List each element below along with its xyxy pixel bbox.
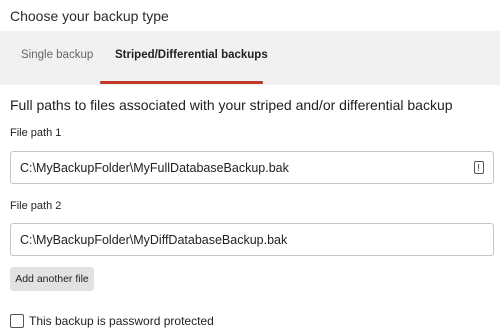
- add-another-file-button[interactable]: Add another file: [10, 267, 94, 291]
- active-tab-indicator: [100, 81, 263, 84]
- page-title: Choose your backup type: [10, 8, 169, 24]
- password-protected-checkbox[interactable]: [10, 314, 24, 328]
- tab-bar: Single backup Striped/Differential backu…: [0, 31, 500, 85]
- file-path-2-input[interactable]: C:\MyBackupFolder\MyDiffDatabaseBackup.b…: [10, 223, 494, 256]
- password-protected-row[interactable]: This backup is password protected: [10, 314, 214, 328]
- file-path-1-value: C:\MyBackupFolder\MyFullDatabaseBackup.b…: [20, 161, 289, 175]
- file-path-1-label: File path 1: [10, 127, 62, 139]
- file-path-2-label: File path 2: [10, 200, 62, 212]
- file-path-2-value: C:\MyBackupFolder\MyDiffDatabaseBackup.b…: [20, 233, 288, 247]
- tab-single-backup[interactable]: Single backup: [21, 49, 93, 79]
- section-heading: Full paths to files associated with your…: [10, 97, 453, 113]
- tab-striped-differential[interactable]: Striped/Differential backups: [115, 49, 268, 79]
- file-path-1-input[interactable]: C:\MyBackupFolder\MyFullDatabaseBackup.b…: [10, 151, 494, 184]
- info-icon[interactable]: [474, 161, 484, 174]
- password-protected-label: This backup is password protected: [29, 314, 214, 328]
